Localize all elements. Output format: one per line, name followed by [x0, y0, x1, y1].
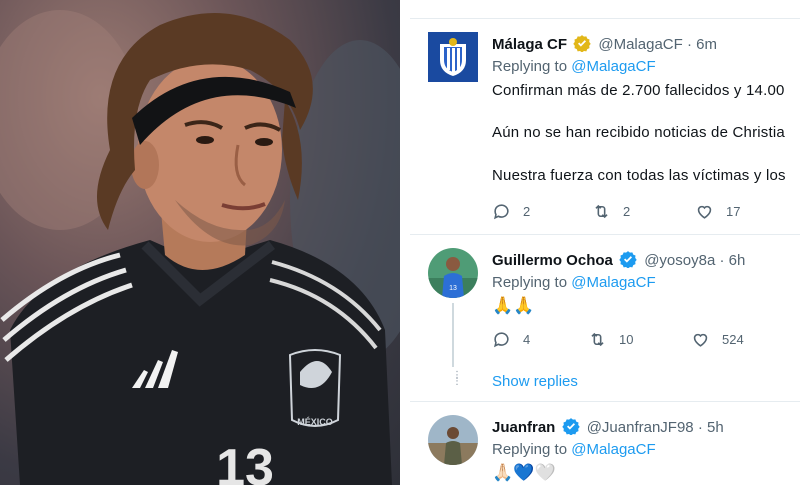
show-replies-link[interactable]: Show replies [492, 373, 578, 390]
thread-line [452, 303, 454, 367]
replying-prefix: Replying to [492, 441, 568, 458]
tweet-actions: 2 2 17 [492, 202, 800, 222]
avatar[interactable] [428, 415, 478, 465]
reply-button[interactable]: 2 [492, 202, 530, 221]
mention-link[interactable]: @MalagaCF [571, 58, 655, 75]
tweet-text-line: Nuestra fuerza con todas las víctimas y … [492, 167, 786, 184]
like-button[interactable]: 524 [691, 330, 744, 349]
tweet-header: Juanfran @JuanfranJF98 · 5h [492, 417, 724, 436]
heart-icon [693, 333, 708, 347]
svg-text:13: 13 [449, 285, 457, 292]
reply-icon [494, 332, 509, 348]
retweet-count: 10 [619, 332, 634, 347]
replying-prefix: Replying to [492, 58, 568, 75]
mention-link[interactable]: @MalagaCF [571, 441, 655, 458]
mention-link[interactable]: @MalagaCF [571, 274, 655, 291]
reply-button[interactable]: 4 [492, 330, 530, 349]
twitter-thread: Málaga CF @MalagaCF · 6m Replying to @Ma… [410, 0, 800, 485]
retweet-icon [591, 332, 604, 347]
juanfran-avatar-image [428, 415, 478, 465]
replying-to: Replying to @MalagaCF [492, 274, 656, 291]
replying-to: Replying to @MalagaCF [492, 441, 656, 458]
handle[interactable]: @MalagaCF [598, 36, 682, 53]
jersey-number: 13 [216, 439, 274, 485]
handle[interactable]: @yosoy8a [644, 252, 715, 269]
ochoa-avatar-image: 13 [428, 248, 478, 298]
panel-divider [400, 0, 410, 485]
handle[interactable]: @JuanfranJF98 [587, 419, 694, 436]
reply-count: 2 [523, 204, 531, 219]
like-button[interactable]: 17 [695, 202, 740, 221]
timestamp[interactable]: · 5h [698, 419, 724, 436]
timestamp[interactable]: · 6h [719, 252, 745, 269]
malaga-crest-icon [428, 32, 478, 82]
verified-blue-icon [619, 251, 637, 268]
retweet-button[interactable]: 10 [588, 330, 633, 349]
thread-dots-icon: ⋮ ⋮ [452, 370, 462, 387]
retweet-icon [595, 204, 608, 219]
like-count: 17 [726, 204, 741, 219]
jersey-badge-text: MÉXICO [297, 417, 333, 427]
display-name[interactable]: Guillermo Ochoa [492, 252, 613, 269]
like-count: 524 [722, 332, 744, 347]
tweet-actions: 4 10 524 [492, 330, 800, 350]
avatar[interactable] [428, 32, 478, 82]
tweet-juanfran[interactable]: Juanfran @JuanfranJF98 · 5h Replying to … [410, 402, 800, 485]
player-illustration: MÉXICO 13 [0, 10, 400, 485]
tweet-text-line: Confirman más de 2.700 fallecidos y 14.0… [492, 82, 785, 99]
retweet-button[interactable]: 2 [592, 202, 630, 221]
replying-prefix: Replying to [492, 274, 568, 291]
tweet-header: Málaga CF @MalagaCF · 6m [492, 34, 717, 53]
display-name[interactable]: Málaga CF [492, 36, 567, 53]
verified-blue-icon [561, 418, 580, 435]
tweet-emoji-text: 🙏🏻💙🤍 [492, 463, 557, 482]
verified-gold-icon [573, 35, 591, 52]
tweet-header: Guillermo Ochoa @yosoy8a · 6h [492, 250, 745, 269]
reply-count: 4 [523, 332, 531, 347]
tweet-emoji-text: 🙏🙏 [492, 296, 535, 315]
tweet-ochoa[interactable]: 13 ⋮ ⋮ Guillermo Ochoa @yosoy8a · 6h Repl… [410, 235, 800, 400]
tweet-malaga[interactable]: Málaga CF @MalagaCF · 6m Replying to @Ma… [410, 19, 800, 233]
avatar[interactable]: 13 [428, 248, 478, 298]
retweet-count: 2 [623, 204, 631, 219]
display-name[interactable]: Juanfran [492, 419, 555, 436]
reply-icon [494, 204, 509, 220]
tweet-text-line: Aún no se han recibido noticias de Chris… [492, 124, 785, 141]
heart-icon [697, 205, 712, 219]
replying-to: Replying to @MalagaCF [492, 58, 656, 75]
player-photo: MÉXICO 13 [0, 0, 400, 485]
timestamp[interactable]: · 6m [687, 36, 717, 53]
